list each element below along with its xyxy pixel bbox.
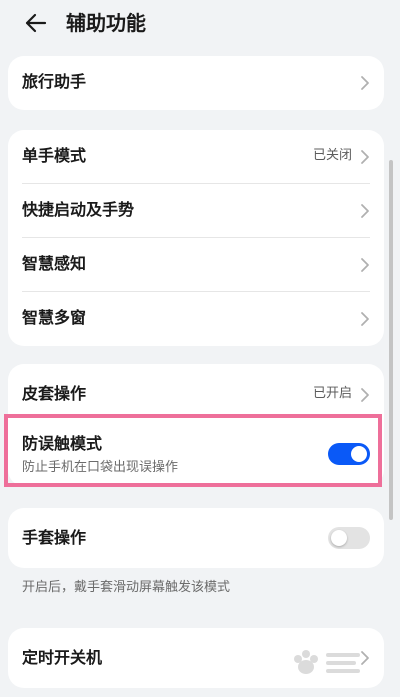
settings-card-cover: 皮套操作 已开启 防误触模式 防止手机在口袋出现误操作 (8, 364, 384, 486)
arrow-left-icon (25, 13, 47, 33)
scrollbar[interactable] (389, 160, 393, 520)
settings-card-travel: 旅行助手 (8, 56, 384, 110)
list-item-label: 智慧感知 (22, 254, 87, 273)
status-value: 已关闭 (312, 148, 352, 163)
list-item-label: 定时开关机 (22, 648, 103, 667)
chevron-right-icon (361, 150, 369, 164)
list-item-multi-window[interactable]: 智慧多窗 (8, 292, 384, 346)
settings-card-modes: 单手模式 已关闭 快捷启动及手势 智慧感知 智慧多窗 (8, 130, 384, 346)
status-value: 已开启 (312, 386, 352, 401)
watermark-logo (294, 650, 360, 674)
list-item-travel-assistant[interactable]: 旅行助手 (8, 56, 384, 110)
accidental-touch-toggle[interactable] (328, 443, 370, 465)
chevron-right-icon (361, 258, 369, 272)
list-item-cover-operation[interactable]: 皮套操作 已开启 (8, 364, 384, 419)
list-item-label: 皮套操作 (22, 384, 87, 403)
list-item-quick-launch-gestures[interactable]: 快捷启动及手势 (8, 184, 384, 238)
list-item-label: 快捷启动及手势 (22, 200, 135, 219)
chevron-right-icon (361, 312, 369, 326)
chevron-right-icon (361, 76, 369, 90)
list-item-label: 手套操作 (22, 528, 87, 547)
list-item-accidental-touch-mode: 防误触模式 防止手机在口袋出现误操作 (8, 419, 384, 486)
chevron-right-icon (361, 204, 369, 218)
list-item-glove-operation: 手套操作 (8, 508, 384, 568)
back-button[interactable] (22, 9, 50, 37)
list-item-label: 智慧多窗 (22, 308, 87, 327)
header-bar: 辅助功能 (0, 0, 400, 50)
list-item-one-hand-mode[interactable]: 单手模式 已关闭 (8, 130, 384, 184)
list-item-subtitle: 防止手机在口袋出现误操作 (22, 460, 179, 475)
glove-mode-note: 开启后，戴手套滑动屏幕触发该模式 (22, 580, 231, 595)
chevron-right-icon (361, 388, 369, 402)
list-item-label: 旅行助手 (22, 72, 87, 91)
list-item-label: 单手模式 (22, 146, 87, 165)
toggle-knob (331, 530, 347, 546)
toggle-knob (351, 446, 367, 462)
settings-card-glove: 手套操作 (8, 508, 384, 568)
glove-mode-toggle[interactable] (328, 527, 370, 549)
list-item-label: 防误触模式 (22, 434, 103, 453)
list-item-smart-sensing[interactable]: 智慧感知 (8, 238, 384, 292)
page-title: 辅助功能 (66, 11, 146, 35)
